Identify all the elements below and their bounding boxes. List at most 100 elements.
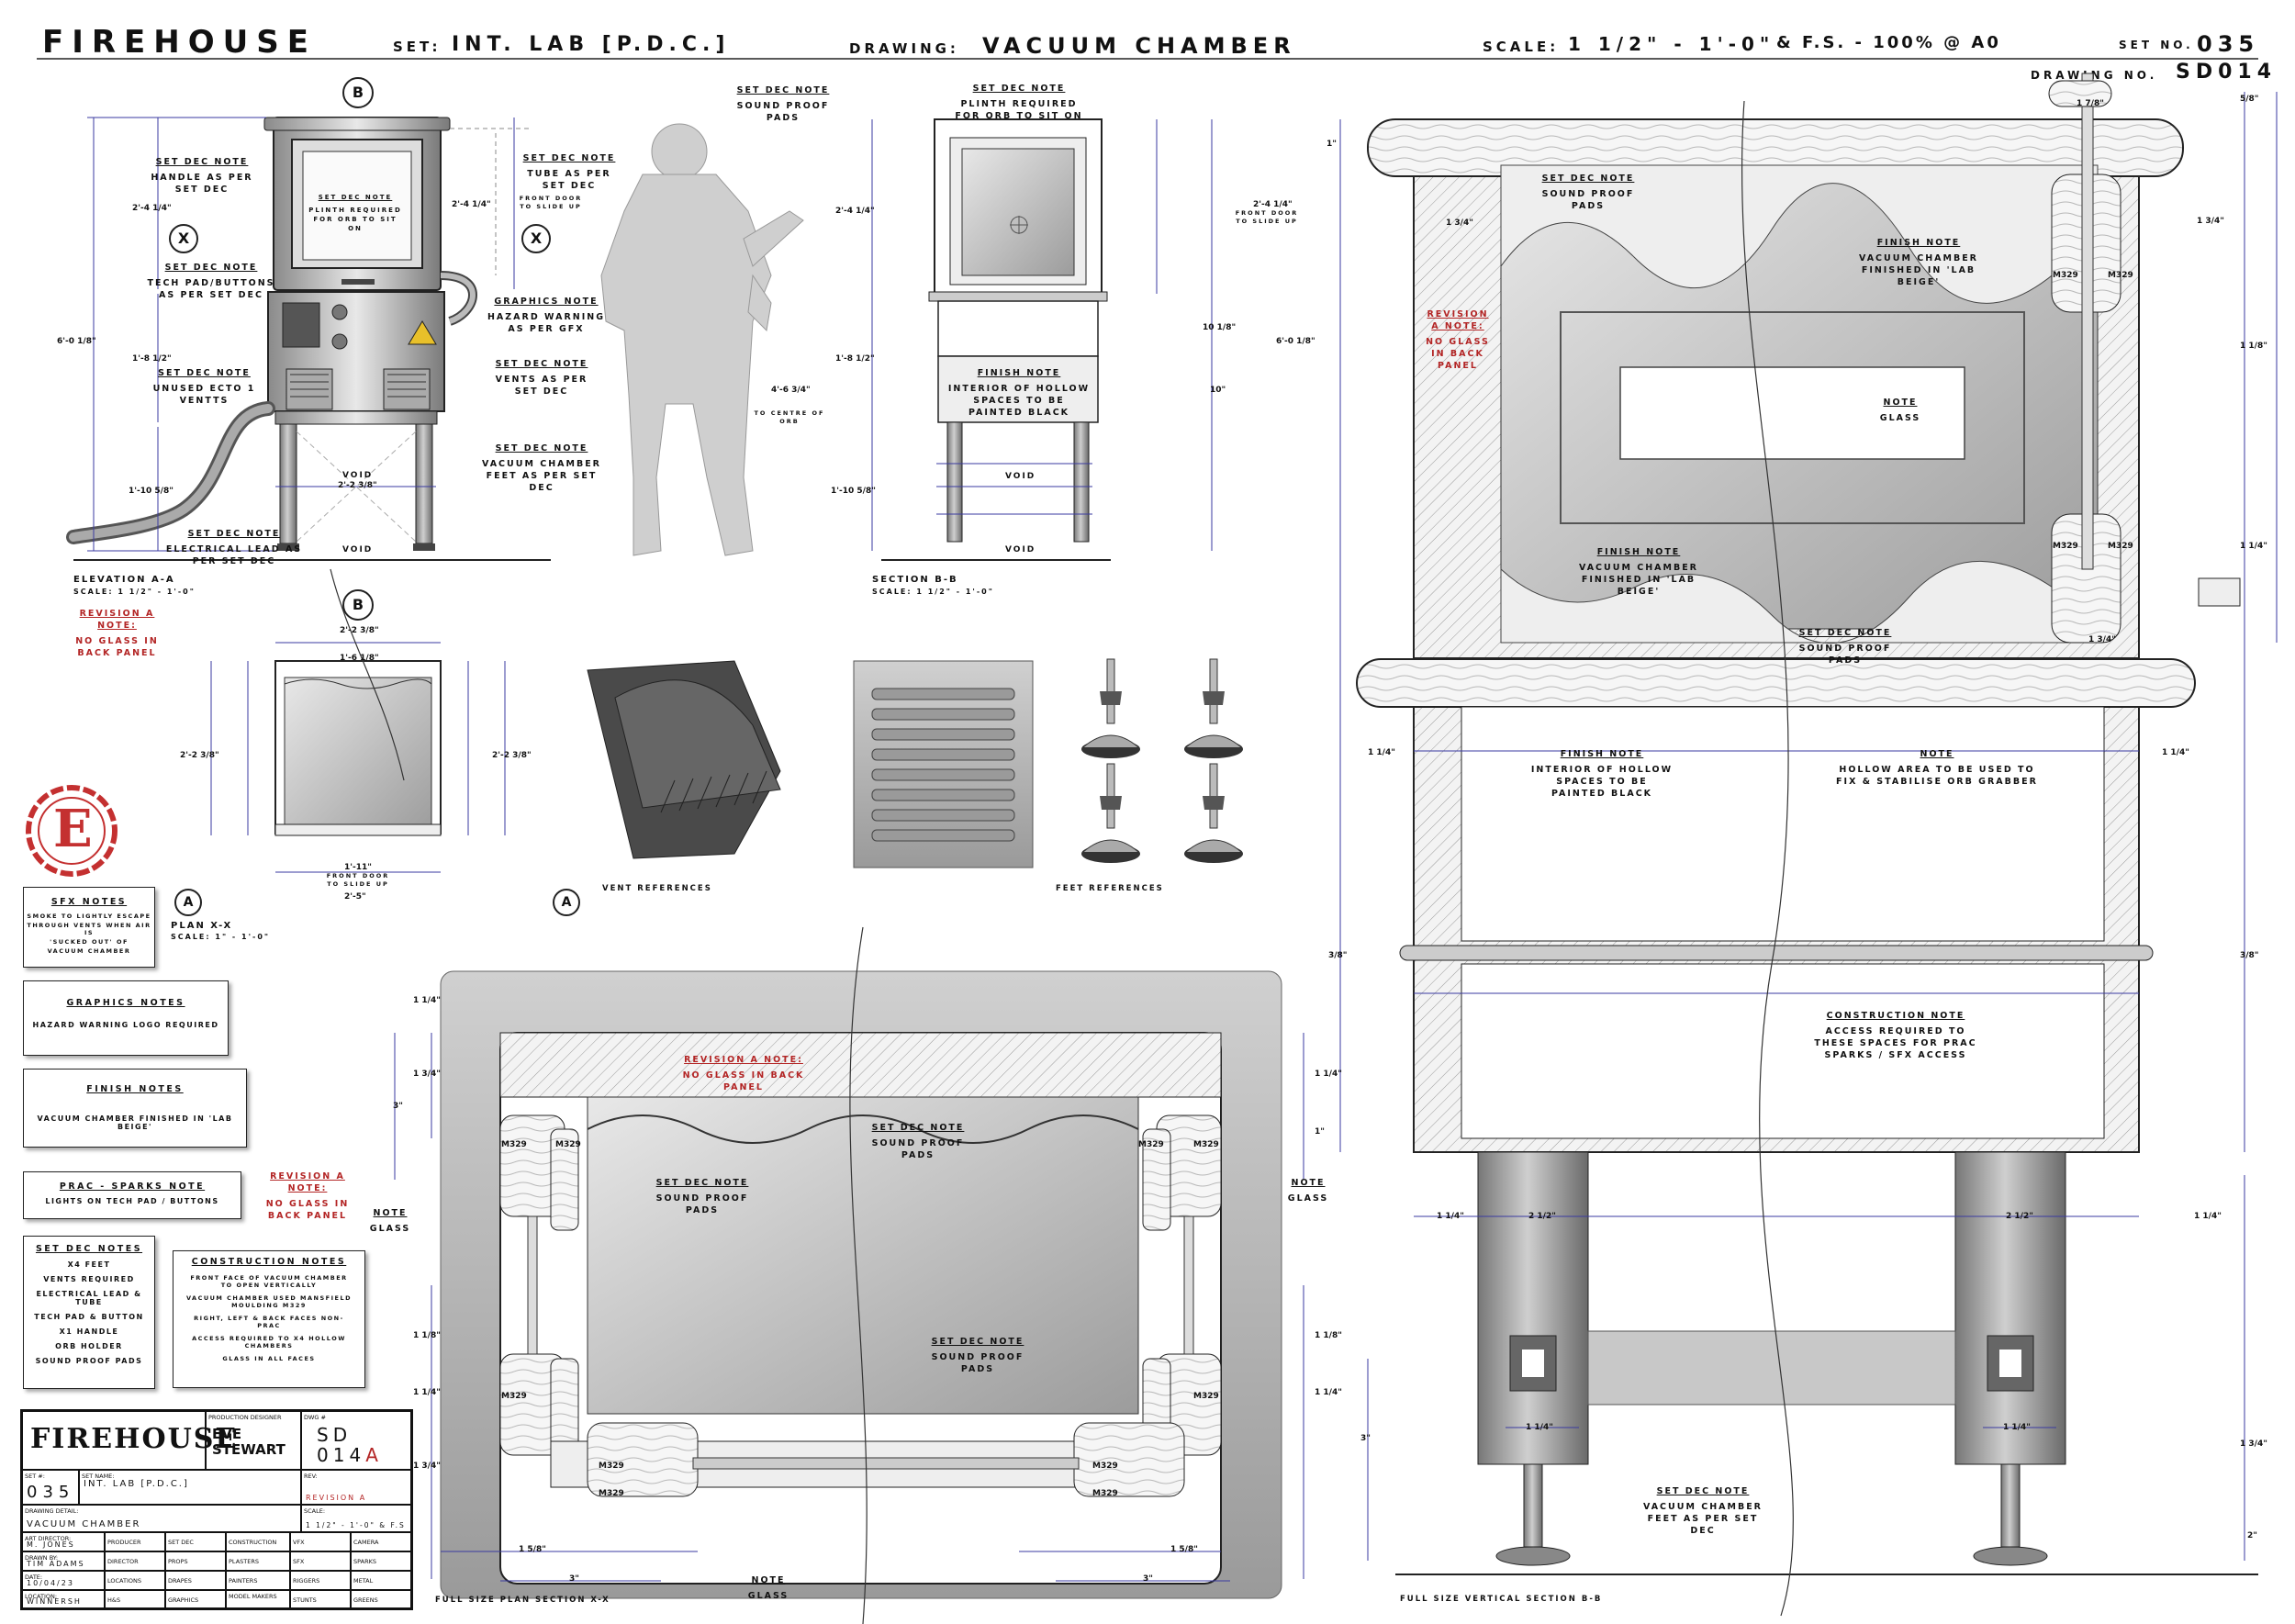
caption-full-size-vertical: FULL SIZE VERTICAL SECTION B-B — [1400, 1595, 1603, 1604]
caption-plan-x: PLAN X-X — [171, 921, 233, 931]
set-dec-notes-box: SET DEC NOTES X4 FEET VENTS REQUIRED ELE… — [23, 1236, 155, 1389]
mould-br2: M329 — [1092, 1462, 1118, 1471]
dim-plan-door: 1'-11" — [344, 863, 372, 872]
dim-rv-11: 3/8" — [1328, 951, 1348, 960]
note-fs-pads-top: SET DEC NOTE SOUND PROOF PADS — [871, 1123, 965, 1160]
note-rv-feet: SET DEC NOTE VACUUM CHAMBER FEET AS PER S… — [1643, 1486, 1763, 1536]
dim-fs-plan-8: 1" — [1315, 1127, 1325, 1137]
dim-rv-3: 1 7/8" — [2077, 99, 2104, 108]
mould-bl: M329 — [501, 1392, 527, 1401]
dim-rv-5: 1 3/4" — [2197, 217, 2224, 226]
note-fs-glass-bottom: NOTE GLASS — [747, 1575, 789, 1601]
dim-elev-lower: 1'-10 5/8" — [129, 487, 174, 496]
void-label-section-lower: VOID — [1005, 545, 1036, 554]
stamp-letter: E — [53, 799, 93, 859]
feet-references — [1081, 658, 1243, 863]
note-vents-spec: SET DEC NOTE VENTS AS PER SET DEC — [495, 359, 588, 397]
dim-fs-plan-7: 1 1/4" — [1315, 1070, 1342, 1079]
dim-section-mid: 1'-8 1/2" — [835, 354, 875, 364]
caption-feet-references: FEET REFERENCES — [1056, 884, 1164, 893]
graphics-notes-box: GRAPHICS NOTES HAZARD WARNING LOGO REQUI… — [23, 980, 229, 1056]
production-designer: EVE STEWART — [212, 1426, 285, 1458]
note-front-door-section: FRONT DOOR TO SLIDE UP — [1235, 209, 1299, 225]
dim-fs-plan-3: 3" — [393, 1102, 403, 1111]
caption-section-b-scale: SCALE: 1 1/2" - 1'-0" — [872, 588, 994, 596]
title-block-set-no: 035 — [27, 1483, 75, 1502]
dim-rv-8: 1 3/4" — [2088, 635, 2116, 644]
note-electrical-lead: SET DEC NOTE ELECTRICAL LEAD AS PER SET D… — [165, 529, 303, 566]
dim-section-door: 2'-4 1/4" — [1253, 200, 1293, 209]
vent-hood-reference — [587, 660, 781, 859]
drawing-number: SD 014A — [317, 1424, 383, 1466]
note-front-door-plan: FRONT DOOR TO SLIDE UP — [326, 872, 390, 888]
note-front-door-elev: FRONT DOOR TO SLIDE UP — [519, 195, 583, 210]
section-marker-a-right: A — [553, 889, 580, 916]
dim-elev-side: 2'-4 1/4" — [452, 200, 491, 209]
note-techpad: SET DEC NOTE TECH PAD/BUTTONS AS PER SET … — [147, 263, 275, 300]
caption-elevation-a: ELEVATION A-A — [73, 575, 175, 585]
dim-fs-plan-2: 1 3/4" — [413, 1070, 441, 1079]
section-marker-x-right: X — [521, 224, 551, 253]
void-label-elev-lower: VOID — [342, 545, 374, 554]
dim-rv-13: 2 1/2" — [1528, 1212, 1556, 1221]
note-rv-glass: NOTE GLASS — [1879, 398, 1921, 423]
note-rv-hollow: FINISH NOTE INTERIOR OF HOLLOW SPACES TO … — [1530, 749, 1674, 799]
title-block-drawn: TIM ADAMS — [27, 1560, 85, 1568]
section-b — [871, 118, 1213, 561]
title-block-art: M. JONES — [27, 1540, 75, 1549]
dim-plan-width: 2'-2 3/8" — [340, 626, 379, 635]
dim-section-upper: 2'-4 1/4" — [835, 207, 875, 216]
title-block-detail: VACUUM CHAMBER — [27, 1519, 141, 1529]
mould-br3: M329 — [1092, 1489, 1118, 1498]
dim-rv-4: 5/8" — [2240, 95, 2259, 104]
dim-fs-plan-11: 3" — [1360, 1434, 1371, 1443]
dim-rv-19: 1 3/4" — [2240, 1439, 2267, 1449]
dim-elev-width: 2'-2 3/8" — [338, 481, 377, 490]
note-unused-vents: SET DEC NOTE UNUSED ECTO 1 VENTTS — [152, 368, 256, 406]
dim-rv-2: 1 3/4" — [1446, 218, 1473, 228]
dim-fs-plan-5: 1 1/4" — [413, 1388, 441, 1397]
note-rv-finish-top: FINISH NOTE VACUUM CHAMBER FINISHED IN 'L… — [1859, 238, 1978, 287]
note-window-plinth: SET DEC NOTE PLINTH REQUIRED FOR ORB TO S… — [308, 194, 402, 232]
note-revision-side: REVISION A NOTE: NO GLASS IN BACK PANEL — [265, 1171, 350, 1221]
dim-rv-6: 1 1/8" — [2240, 342, 2267, 351]
note-hazard: GRAPHICS NOTE HAZARD WARNING AS PER GFX — [487, 297, 605, 334]
dim-elev-mid: 1'-8 1/2" — [132, 354, 172, 364]
note-rv-finish-bottom: FINISH NOTE VACUUM CHAMBER FINISHED IN 'L… — [1579, 547, 1698, 597]
caption-plan-x-scale: SCALE: 1" - 1'-0" — [171, 933, 271, 941]
void-label-section-upper: VOID — [1005, 472, 1036, 481]
section-marker-a-left: A — [174, 889, 202, 916]
dim-rv-16: 1 1/4" — [2194, 1212, 2222, 1221]
dim-rv-9: 1 1/4" — [1368, 748, 1395, 757]
note-rv-revision: REVISION A NOTE: NO GLASS IN BACK PANEL — [1426, 309, 1490, 371]
dim-rv-15: 1 1/4" — [1437, 1212, 1464, 1221]
vent-grille-reference — [853, 660, 1034, 868]
dim-fs-plan-12: 1 5/8" — [519, 1545, 546, 1554]
section-marker-x-left: X — [169, 224, 198, 253]
note-fs-pads-centre: SET DEC NOTE SOUND PROOF PADS — [931, 1337, 1024, 1374]
note-centre-orb: TO CENTRE OF ORB — [754, 409, 825, 425]
section-marker-b-bottom: B — [342, 589, 374, 621]
void-label-elev-upper: VOID — [342, 471, 374, 480]
note-plinth: SET DEC NOTE PLINTH REQUIRED FOR ORB TO S… — [955, 84, 1083, 121]
mould-br: M329 — [1193, 1392, 1219, 1401]
dim-section-orb: 4'-6 3/4" — [771, 386, 811, 395]
note-handle: SET DEC NOTE HANDLE AS PER SET DEC — [151, 157, 253, 195]
mould-tl2: M329 — [555, 1140, 581, 1149]
note-rv-access: CONSTRUCTION NOTE ACCESS REQUIRED TO THES… — [1814, 1011, 1977, 1060]
plan-x — [210, 642, 506, 873]
note-fs-glass-left: NOTE GLASS — [369, 1208, 411, 1234]
dim-fs-plan-4: 1 1/8" — [413, 1331, 441, 1340]
finish-notes-box: FINISH NOTES VACUUM CHAMBER FINISHED IN … — [23, 1069, 247, 1148]
note-sound-pads-top: SET DEC NOTE SOUND PROOF PADS — [736, 85, 830, 123]
title-block-loc: WINNERSH — [27, 1597, 82, 1606]
full-size-vertical — [1339, 73, 2278, 1575]
note-rv-pads-top: SET DEC NOTE SOUND PROOF PADS — [1541, 174, 1635, 211]
dim-plan-overall: 2'-5" — [344, 892, 366, 902]
dim-section-10: 10" — [1210, 386, 1226, 395]
human-silhouette — [600, 123, 804, 556]
mould-tr: M329 — [1138, 1140, 1164, 1149]
dim-fs-plan-1: 1 1/4" — [413, 996, 441, 1005]
dim-rv-17: 1 1/4" — [1526, 1423, 1553, 1432]
mould-bl3: M329 — [599, 1489, 624, 1498]
